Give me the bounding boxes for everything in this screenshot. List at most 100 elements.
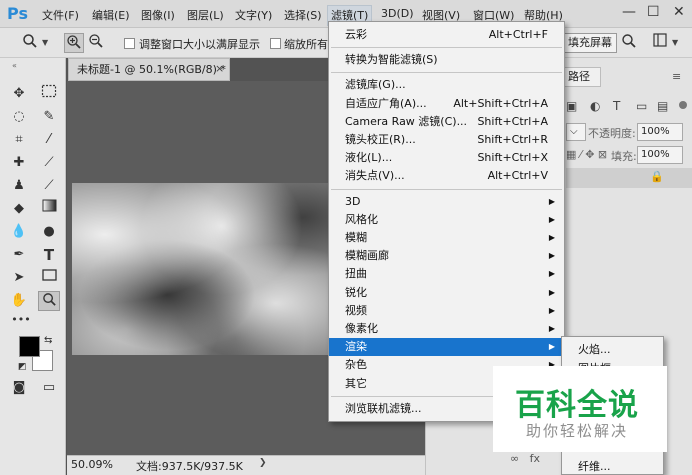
maximize-icon[interactable]: ☐ xyxy=(647,4,660,20)
dodge-tool-icon[interactable]: ● xyxy=(38,222,60,242)
quick-mask-icon[interactable]: ◙ xyxy=(8,378,30,398)
minimize-icon[interactable]: — xyxy=(622,4,636,20)
filter-menu-item[interactable]: 消失点(V)... Alt+Ctrl+V xyxy=(329,167,564,185)
submenu-item-flame[interactable]: 火焰... xyxy=(578,341,611,357)
eyedropper-tool-icon[interactable]: ⁄ xyxy=(38,130,60,150)
filter-menu-item[interactable]: 风格化 ▶ xyxy=(329,211,564,229)
filter-menu-item[interactable]: 云彩 Alt+Ctrl+F xyxy=(329,26,564,44)
menu-separator xyxy=(331,47,562,49)
menu-item-label: 扭曲 xyxy=(345,267,367,281)
foreground-color-swatch[interactable] xyxy=(19,336,40,357)
hand-tool-icon[interactable]: ✋ xyxy=(8,291,30,311)
document-canvas[interactable] xyxy=(72,183,344,355)
filter-smart-icon[interactable]: ▤ xyxy=(657,99,668,113)
filter-menu-item[interactable]: 视频 ▶ xyxy=(329,302,564,320)
eraser-tool-icon[interactable]: ◆ xyxy=(8,199,30,219)
blend-mode-dropdown-icon[interactable]: ⌵ xyxy=(566,123,586,141)
filter-toggle-icon[interactable] xyxy=(679,101,687,109)
filter-adjust-icon[interactable]: ◐ xyxy=(590,99,600,113)
filter-menu-item[interactable]: 3D ▶ xyxy=(329,193,564,211)
menu-layer[interactable]: 图层(L) xyxy=(187,7,224,23)
filter-menu-item[interactable]: 模糊画廊 ▶ xyxy=(329,247,564,265)
menu-select[interactable]: 选择(S) xyxy=(284,7,322,23)
default-colors-icon[interactable]: ◩ xyxy=(18,362,27,372)
menu-3d[interactable]: 3D(D) xyxy=(381,7,414,20)
zoom-tool-preset-icon[interactable] xyxy=(20,33,40,53)
filter-menu-item[interactable]: 像素化 ▶ xyxy=(329,320,564,338)
menu-image[interactable]: 图像(I) xyxy=(141,7,175,23)
edit-toolbar-icon[interactable]: ••• xyxy=(10,310,32,330)
filter-menu-item[interactable]: 扭曲 ▶ xyxy=(329,265,564,283)
screen-mode-icon[interactable]: ▭ xyxy=(38,378,60,398)
pen-tool-icon[interactable]: ✒ xyxy=(8,245,30,265)
crop-tool-icon[interactable]: ⌗ xyxy=(8,130,30,150)
menu-item-label: 模糊画廊 xyxy=(345,249,389,263)
menu-item-label: Camera Raw 滤镜(C)... xyxy=(345,114,468,128)
filter-menu-item[interactable]: Camera Raw 滤镜(C)... Shift+Ctrl+A xyxy=(329,113,564,131)
zoom-in-icon[interactable] xyxy=(64,33,84,53)
menu-item-shortcut: Shift+Ctrl+R xyxy=(477,133,548,146)
layer-fx-icon[interactable]: ∞ fx xyxy=(510,452,540,465)
zoom-tool-icon[interactable] xyxy=(38,291,60,311)
search-icon[interactable] xyxy=(619,33,639,53)
menu-item-label: 3D xyxy=(345,194,361,208)
filter-menu-item[interactable]: 自适应广角(A)... Alt+Shift+Ctrl+A xyxy=(329,95,564,113)
fill-label: 填充: xyxy=(611,150,637,163)
menu-type[interactable]: 文字(Y) xyxy=(235,7,272,23)
filter-menu-item[interactable]: 液化(L)... Shift+Ctrl+X xyxy=(329,149,564,167)
rectangle-tool-icon[interactable] xyxy=(38,268,60,288)
status-bar xyxy=(67,455,425,475)
status-chevron-icon[interactable]: ❯ xyxy=(259,458,267,468)
lasso-tool-icon[interactable]: ◌ xyxy=(8,107,30,127)
filter-menu-item[interactable]: 转换为智能滤镜(S) xyxy=(329,51,564,69)
blur-tool-icon[interactable]: 💧 xyxy=(8,222,30,242)
menu-item-label: 风格化 xyxy=(345,212,378,226)
submenu-arrow-icon: ▶ xyxy=(548,324,555,333)
fill-field[interactable]: 100% xyxy=(637,146,683,164)
path-selection-tool-icon[interactable]: ➤ xyxy=(8,268,30,288)
zoom-level[interactable]: 50.09% xyxy=(71,458,113,471)
submenu-item-fibers[interactable]: 纤维... xyxy=(578,458,611,474)
tab-paths[interactable]: 路径 xyxy=(561,67,601,87)
submenu-arrow-icon: ▶ xyxy=(548,214,555,224)
layer-row[interactable] xyxy=(566,168,692,188)
lock-options-icon[interactable]: ▦ ⁄ ✥ ⊠ xyxy=(566,148,607,161)
filter-menu-item[interactable]: 滤镜库(G)... xyxy=(329,76,564,94)
zoom-all-checkbox[interactable] xyxy=(270,38,281,49)
close-window-icon[interactable]: ✕ xyxy=(673,4,685,20)
filter-menu-item[interactable]: 镜头校正(R)... Shift+Ctrl+R xyxy=(329,131,564,149)
swap-colors-icon[interactable]: ⇆ xyxy=(44,335,52,346)
marquee-tool-icon[interactable] xyxy=(38,84,60,104)
workspace-icon[interactable] xyxy=(650,33,670,53)
menu-file[interactable]: 文件(F) xyxy=(42,7,79,23)
history-brush-tool-icon[interactable]: ⟋ xyxy=(38,176,60,196)
filter-menu-item[interactable]: 渲染 ▶ xyxy=(329,338,564,357)
brush-tool-icon[interactable]: ⟋ xyxy=(38,153,60,173)
close-document-icon[interactable]: × xyxy=(215,62,224,75)
menu-item-label: 杂色 xyxy=(345,358,367,372)
filter-menu-item[interactable]: 锐化 ▶ xyxy=(329,284,564,302)
move-tool-icon[interactable]: ✥ xyxy=(8,84,30,104)
menu-item-label: 滤镜库(G)... xyxy=(345,78,406,92)
opacity-field[interactable]: 100% xyxy=(637,123,683,141)
document-tab[interactable]: 未标题-1 @ 50.1%(RGB/8) * xyxy=(68,58,230,81)
filter-shape-icon[interactable]: ▭ xyxy=(636,99,647,113)
submenu-arrow-icon: ▶ xyxy=(548,305,555,315)
clone-stamp-tool-icon[interactable]: ♟ xyxy=(8,176,30,196)
chevron-down-icon[interactable]: ▼ xyxy=(42,38,48,47)
resize-windows-checkbox[interactable] xyxy=(124,38,135,49)
collapse-arrows-icon[interactable]: « xyxy=(12,61,17,70)
workspace-chevron-icon[interactable]: ▼ xyxy=(672,38,678,47)
menu-edit[interactable]: 编辑(E) xyxy=(92,7,130,23)
menu-item-label: 镜头校正(R)... xyxy=(345,133,416,146)
quick-select-tool-icon[interactable]: ✎ xyxy=(38,107,60,127)
gradient-tool-icon[interactable] xyxy=(38,199,60,219)
zoom-out-icon[interactable] xyxy=(86,33,106,53)
healing-brush-tool-icon[interactable]: ✚ xyxy=(8,153,30,173)
filter-pixel-icon[interactable]: ▣ xyxy=(566,99,577,113)
filter-menu-item[interactable]: 模糊 ▶ xyxy=(329,229,564,247)
panel-menu-icon[interactable]: ≡ xyxy=(672,70,681,83)
fill-screen-button[interactable]: 填充屏幕 xyxy=(563,33,617,53)
type-tool-icon[interactable]: T xyxy=(38,245,60,265)
filter-type-icon[interactable]: T xyxy=(613,99,620,113)
